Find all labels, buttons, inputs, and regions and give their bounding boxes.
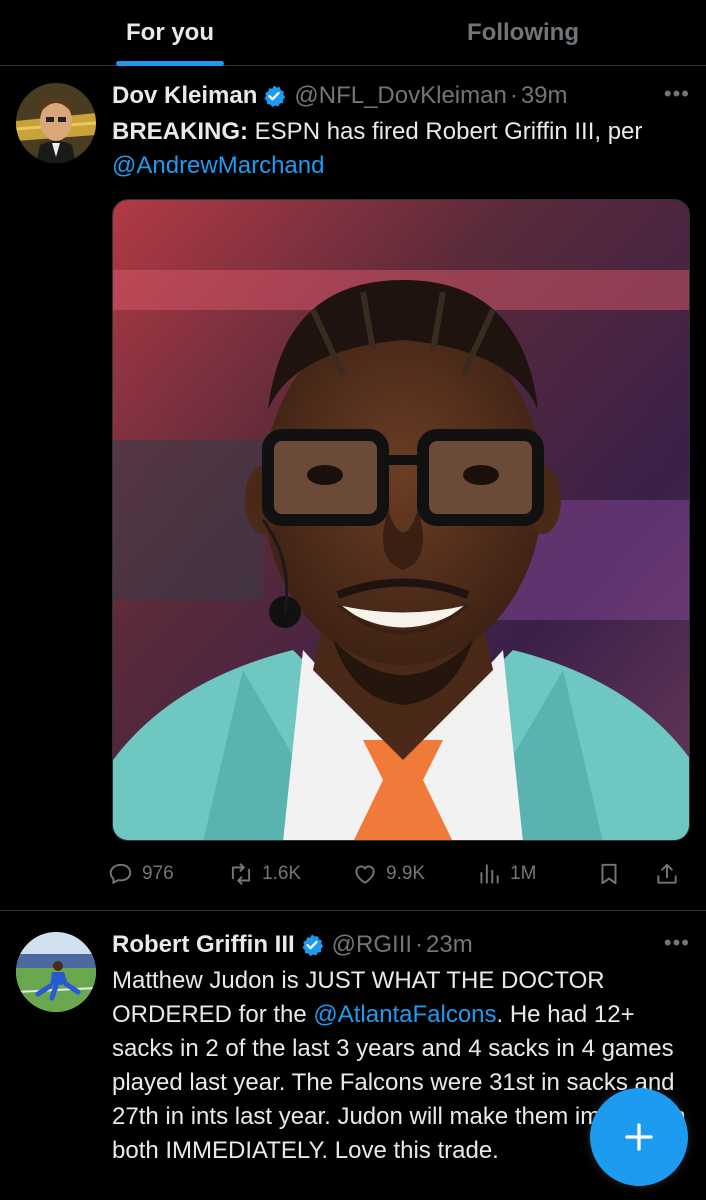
- verified-badge-icon: [302, 934, 323, 956]
- mention-link[interactable]: @AndrewMarchand: [112, 152, 324, 179]
- author-name[interactable]: Robert Griffin III: [112, 931, 295, 959]
- tweet-text-body: ESPN has fired Robert Griffin III, per: [248, 118, 643, 145]
- tab-for-you[interactable]: For you: [0, 0, 340, 66]
- like-count: 9.9K: [386, 863, 426, 884]
- tab-following[interactable]: Following: [340, 0, 706, 66]
- reply-count: 976: [142, 863, 174, 884]
- avatar[interactable]: [16, 932, 96, 1012]
- author-handle[interactable]: @RGIII: [332, 931, 412, 959]
- more-icon[interactable]: •••: [664, 930, 690, 956]
- tweet-header: Robert Griffin III @RGIII · 23m •••: [112, 928, 690, 962]
- like-icon: [355, 865, 375, 884]
- timestamp[interactable]: 39m: [521, 82, 568, 110]
- active-tab-indicator: [116, 61, 224, 66]
- views-button[interactable]: 1M: [476, 857, 536, 891]
- breaking-label: BREAKING:: [112, 118, 248, 145]
- share-button[interactable]: [654, 857, 680, 891]
- views-icon: [480, 864, 499, 884]
- separator-dot: ·: [509, 82, 518, 109]
- tweet[interactable]: Dov Kleiman @NFL_DovKleiman · 39m ••• BR…: [0, 67, 706, 911]
- verified-badge-icon: [264, 85, 286, 107]
- more-icon[interactable]: •••: [664, 81, 690, 107]
- tweet-photo[interactable]: [112, 199, 690, 841]
- plus-icon: [625, 1123, 653, 1151]
- share-icon: [657, 863, 677, 884]
- reply-button[interactable]: 976: [108, 857, 174, 891]
- tweet-header: Dov Kleiman @NFL_DovKleiman · 39m •••: [112, 79, 690, 113]
- timeline-tabs: For you Following: [0, 0, 706, 66]
- avatar[interactable]: [16, 83, 96, 163]
- tweet-text: BREAKING: ESPN has fired Robert Griffin …: [112, 115, 690, 183]
- repost-icon: [231, 863, 251, 885]
- tweet-actions: 976 1.6K 9.9K 1M: [108, 857, 690, 891]
- compose-button[interactable]: [590, 1088, 688, 1186]
- bookmark-icon: [601, 863, 617, 885]
- timestamp[interactable]: 23m: [426, 931, 473, 959]
- repost-count: 1.6K: [262, 863, 302, 884]
- author-handle[interactable]: @NFL_DovKleiman: [294, 82, 506, 110]
- views-count: 1M: [510, 863, 537, 884]
- bookmark-button[interactable]: [596, 857, 622, 891]
- like-button[interactable]: 9.9K: [352, 857, 425, 891]
- separator-dot: ·: [415, 931, 424, 958]
- reply-icon: [109, 863, 132, 885]
- author-name[interactable]: Dov Kleiman: [112, 82, 257, 110]
- mention-link[interactable]: @AtlantaFalcons: [313, 1001, 496, 1028]
- repost-button[interactable]: 1.6K: [228, 857, 301, 891]
